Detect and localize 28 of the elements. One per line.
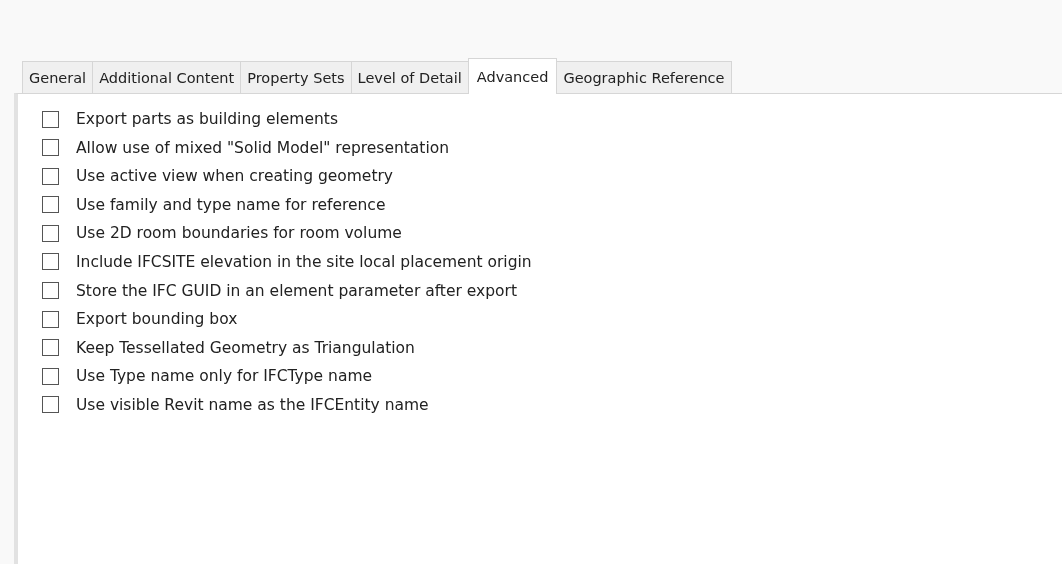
checkbox-label: Store the IFC GUID in an element parameter after export [76,281,517,300]
checkbox-label: Export parts as building elements [76,110,338,128]
checkbox[interactable] [42,367,59,385]
checkbox-label: Use family and type name for reference [76,195,386,214]
checkbox[interactable] [42,224,59,242]
checkbox[interactable] [42,310,59,328]
checkbox-label: Use Type name only for IFCType name [76,367,373,386]
checkbox[interactable] [42,282,59,300]
tab[interactable]: General [22,61,94,93]
tab[interactable]: Geographic Reference [556,61,732,93]
checkbox-label: Use active view when creating geometry [76,167,393,186]
checkbox[interactable] [42,396,59,414]
checkbox-label: Export bounding box [76,310,238,329]
checkbox-label: Use 2D room boundaries for room volume [76,224,402,243]
tab[interactable]: Advanced [467,58,558,94]
checkbox-label: Include IFCSITE elevation in the site local placement origin [76,252,532,271]
tab[interactable]: Property Sets [240,61,352,93]
checkbox-label: Allow use of mixed "Solid Model" representation [76,138,450,157]
checkbox[interactable] [42,110,59,128]
checkbox[interactable] [42,139,59,157]
checkbox-label: Keep Tessellated Geometry as Triangulation [76,338,415,357]
checkbox[interactable] [42,339,59,357]
checkbox[interactable] [42,196,59,214]
checkbox[interactable] [42,167,59,185]
tab[interactable]: Level of Detail [350,61,469,93]
checkbox-label: Use visible Revit name as the IFCEntity name [76,395,429,414]
checkbox[interactable] [42,253,59,271]
tab[interactable]: Additional Content [92,61,242,93]
